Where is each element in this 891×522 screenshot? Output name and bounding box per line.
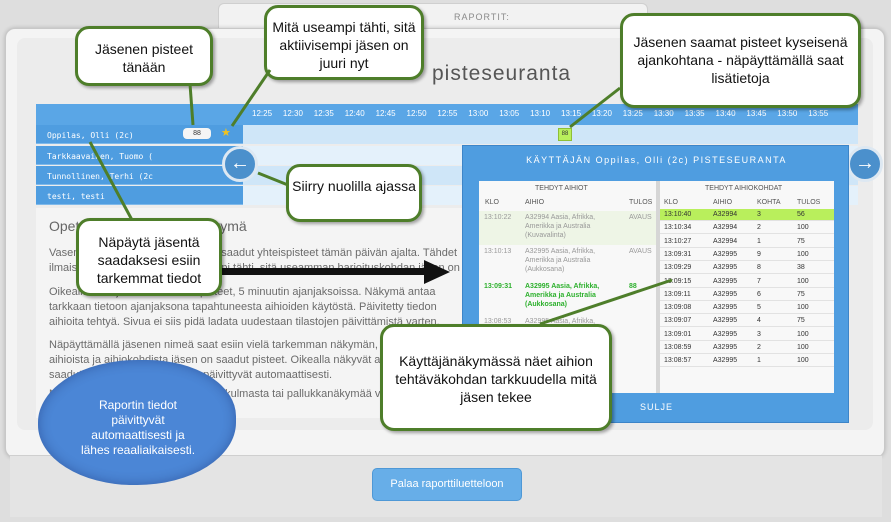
- pointer-line: [188, 83, 195, 126]
- pointer-line: [569, 86, 621, 129]
- callout-pointers: [88, 69, 673, 326]
- pointer-line: [539, 278, 673, 326]
- pointer-line: [257, 171, 289, 187]
- pointer-line: [230, 69, 272, 127]
- pointer-line: [88, 141, 134, 221]
